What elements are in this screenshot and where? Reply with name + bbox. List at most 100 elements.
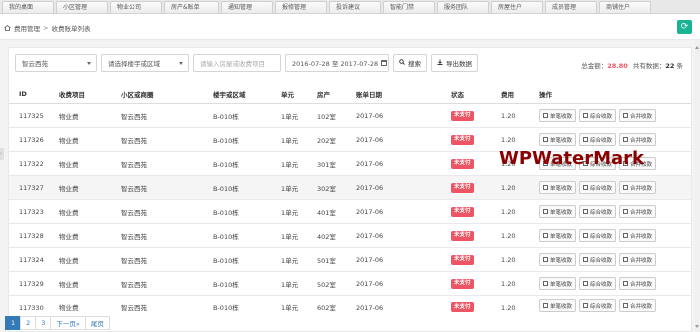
single-payment-button[interactable]: 单笔收款	[539, 277, 577, 290]
page-number-2[interactable]: 2	[20, 316, 37, 330]
single-payment-button[interactable]: 单笔收款	[539, 181, 577, 194]
merge-payment-button[interactable]: 合并收款	[619, 205, 657, 218]
single-payment-button[interactable]: 单笔收款	[539, 229, 577, 242]
action-label: 单笔收款	[550, 137, 573, 144]
tab-item[interactable]: 小区管理	[56, 1, 108, 13]
scroll-down-icon[interactable]	[695, 325, 699, 328]
combined-payment-button[interactable]: 综合收款	[579, 109, 617, 122]
tab-item[interactable]: 投诉建议	[329, 1, 381, 13]
cell-unit: 1单元	[281, 280, 299, 289]
single-payment-button[interactable]: 单笔收款	[539, 133, 577, 146]
table-row[interactable]: 117324 物业费 智云西苑 B-010栋 1单元 501室 2017-06 未支付 1.20…	[9, 248, 691, 272]
tab-item[interactable]: 报修管理	[275, 1, 327, 13]
cell-unit: 1单元	[281, 304, 299, 312]
cell-fee-item: 物业费	[59, 280, 79, 289]
refresh-button[interactable]: ⟳	[677, 20, 692, 34]
merge-payment-button[interactable]: 合并收款	[619, 253, 657, 266]
document-icon	[543, 303, 548, 308]
merge-payment-button[interactable]: 合并收款	[619, 299, 657, 312]
scrollbar[interactable]	[695, 40, 700, 332]
cell-building: B-010栋	[213, 304, 239, 312]
combined-payment-button[interactable]: 综合收款	[579, 181, 617, 194]
building-select[interactable]: 请选择楼宇或区域	[101, 54, 189, 72]
merge-payment-button[interactable]: 合并收款	[619, 229, 657, 242]
column-header: 账单日期	[356, 90, 382, 99]
last-page-button[interactable]: 尾页	[84, 316, 110, 330]
scroll-up-icon[interactable]	[695, 46, 699, 49]
search-button[interactable]: 搜索	[393, 54, 427, 72]
action-label: 综合收款	[590, 233, 613, 240]
combined-payment-button[interactable]: 综合收款	[579, 229, 617, 242]
action-label: 合并收款	[630, 303, 653, 310]
action-label: 单笔收款	[550, 281, 573, 288]
tab-item[interactable]: 智能门禁	[383, 1, 435, 13]
cell-id: 117326	[19, 135, 44, 144]
cell-id: 117324	[19, 255, 44, 264]
status-cell: 未支付	[451, 248, 474, 271]
tab-item[interactable]: 成员管理	[545, 1, 597, 13]
tab-item[interactable]: 通知管理	[221, 1, 273, 13]
page-number-3[interactable]: 3	[35, 316, 52, 330]
table-row[interactable]: 117327 物业费 智云西苑 B-010栋 1单元 302室 2017-06 未支付 1.20…	[9, 176, 691, 200]
status-cell: 未支付	[451, 272, 474, 295]
breadcrumb-root[interactable]: 费用管理	[14, 23, 40, 33]
tab-item[interactable]: 物业公司	[110, 1, 162, 13]
document-icon	[543, 233, 548, 238]
single-payment-button[interactable]: 单笔收款	[539, 253, 577, 266]
column-header: 费用	[501, 90, 514, 99]
merge-payment-button[interactable]: 合并收款	[619, 277, 657, 290]
community-select[interactable]: 智云西苑	[15, 54, 97, 72]
combined-payment-button[interactable]: 综合收款	[579, 299, 617, 312]
merge-payment-button[interactable]: 合并收款	[619, 133, 657, 146]
chevron-down-icon	[87, 62, 91, 65]
cell-bill-date: 2017-06	[356, 111, 384, 120]
page-number-1[interactable]: 1	[5, 316, 22, 330]
cell-room: 102室	[317, 112, 336, 121]
cell-id: 117325	[19, 111, 44, 120]
combined-payment-button[interactable]: 综合收款	[579, 277, 617, 290]
combined-payment-button[interactable]: 综合收款	[579, 205, 617, 218]
cell-actions: 单笔收款 综合收款 合并收款	[539, 200, 659, 223]
pagination: 1 2 3 下一页» 尾页	[5, 316, 110, 330]
calendar-icon	[381, 60, 388, 66]
document-icon	[583, 257, 589, 262]
table-row[interactable]: 117328 物业费 智云西苑 B-010栋 1单元 402室 2017-06 未支付 1.20…	[9, 224, 691, 248]
tab-item[interactable]: 服务团队	[437, 1, 489, 13]
column-header: 房产	[317, 90, 330, 99]
action-label: 单笔收款	[550, 209, 573, 216]
summary-text: 总金额：28.80 共有数据：22 条	[581, 60, 683, 70]
single-payment-button[interactable]: 单笔收款	[539, 109, 577, 122]
cell-amount: 1.20	[501, 207, 516, 216]
cell-room: 402室	[317, 232, 336, 241]
status-badge: 未支付	[451, 278, 474, 289]
combined-payment-button[interactable]: 综合收款	[579, 253, 617, 266]
tab-item[interactable]: 商铺住户	[599, 1, 651, 13]
next-page-button[interactable]: 下一页»	[50, 316, 86, 330]
cell-id: 117327	[19, 183, 44, 192]
date-range-value: 2016-07-28 至 2017-07-28	[292, 60, 379, 68]
cell-bill-date: 2017-06	[356, 255, 384, 264]
count-label: 共有数据：	[632, 62, 666, 70]
single-payment-button[interactable]: 单笔收款	[539, 205, 577, 218]
sidebar-toggle[interactable]: ‹	[0, 148, 4, 160]
tab-item[interactable]: 房产&账单	[164, 1, 219, 13]
merge-payment-button[interactable]: 合并收款	[619, 109, 657, 122]
merge-payment-button[interactable]: 合并收款	[619, 181, 657, 194]
table-row[interactable]: 117330 物业费 智云西苑 B-010栋 1单元 602室 2017-06 未支付 1.20…	[9, 296, 691, 312]
export-button[interactable]: 导出数据	[431, 54, 478, 72]
table-row[interactable]: 117323 物业费 智云西苑 B-010栋 1单元 401室 2017-06 未支付 1.20…	[9, 200, 691, 224]
document-icon	[543, 137, 548, 142]
date-range-picker[interactable]: 2016-07-28 至 2017-07-28	[285, 54, 389, 72]
tab-item[interactable]: 我的桌面	[2, 1, 54, 13]
count-unit: 条	[676, 62, 684, 70]
search-button-label: 搜索	[408, 60, 421, 68]
combined-payment-button[interactable]: 综合收款	[579, 133, 617, 146]
cell-building: B-010栋	[213, 232, 239, 241]
tab-item[interactable]: 房屋住户	[491, 1, 543, 13]
search-input[interactable]: 请输入房屋或收费项目	[193, 54, 281, 72]
table-row[interactable]: 117329 物业费 智云西苑 B-010栋 1单元 502室 2017-06 未支付 1.20…	[9, 272, 691, 296]
cell-actions: 单笔收款 综合收款 合并收款	[539, 296, 659, 312]
table-row[interactable]: 117325 物业费 智云西苑 B-010栋 1单元 102室 2017-06 未支付 1.20…	[9, 104, 691, 128]
single-payment-button[interactable]: 单笔收款	[539, 299, 577, 312]
filter-bar: 智云西苑 请选择楼宇或区域 请输入房屋或收费项目 2016-07-28 至 20…	[15, 54, 482, 72]
